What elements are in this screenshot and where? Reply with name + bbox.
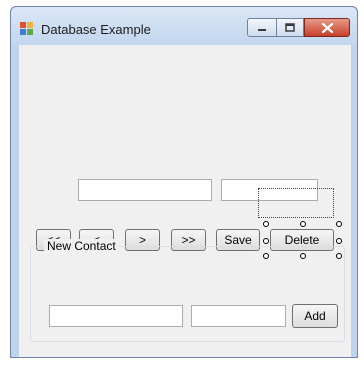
minimize-button[interactable] <box>247 18 277 37</box>
resize-handle[interactable] <box>263 238 269 244</box>
new-contact-field-1[interactable] <box>49 305 183 327</box>
resize-handle[interactable] <box>300 221 306 227</box>
selection-frame <box>258 188 334 218</box>
maximize-icon <box>285 23 295 32</box>
new-contact-field-2[interactable] <box>191 305 286 327</box>
add-contact-button[interactable]: Add <box>292 304 338 328</box>
resize-handle[interactable] <box>263 221 269 227</box>
close-icon <box>321 22 333 33</box>
app-window-icon <box>20 22 33 35</box>
minimize-icon <box>258 28 266 31</box>
resize-handle[interactable] <box>336 221 342 227</box>
window-title: Database Example <box>41 22 151 37</box>
close-button[interactable] <box>304 18 350 37</box>
maximize-button[interactable] <box>276 18 304 37</box>
resize-handle[interactable] <box>336 238 342 244</box>
record-field-1[interactable] <box>78 179 212 201</box>
title-bar[interactable]: Database Example <box>11 7 357 45</box>
new-contact-group-title: New Contact <box>44 239 119 253</box>
